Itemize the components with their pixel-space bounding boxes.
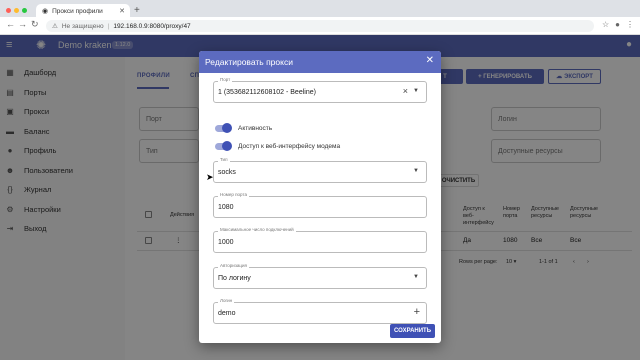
tab-favicon-icon: ◉	[42, 8, 49, 15]
login-label: Логин	[218, 298, 235, 303]
active-switch[interactable]	[215, 123, 232, 133]
port-label: Порт	[218, 77, 233, 82]
edit-proxy-dialog: Редактировать прокси ✕ Порт 1 (353682112…	[199, 51, 441, 343]
url-text: 192.168.0.9:8080/proxy/47	[113, 22, 191, 30]
login-value: demo	[218, 310, 236, 317]
dialog-header: Редактировать прокси	[199, 51, 441, 73]
port-select[interactable]: Порт 1 (353682112608102 - Beeline) × ▼	[213, 77, 427, 103]
reload-icon[interactable]: ↻	[31, 19, 39, 30]
max-connections-value: 1000	[218, 239, 234, 246]
close-window-button[interactable]	[6, 8, 11, 13]
auth-value: По логину	[218, 275, 251, 282]
auth-label: Авторизация	[218, 263, 249, 268]
address-row: ← → ↻ ⚠ Не защищено | 192.168.0.9:8080/p…	[0, 17, 640, 35]
new-tab-button[interactable]: +	[134, 5, 140, 16]
maximize-window-button[interactable]	[22, 8, 27, 13]
tab-title: Прокси профили	[52, 7, 103, 15]
max-connections-label: Максимальное число подключений	[218, 227, 296, 232]
window-controls	[6, 8, 27, 13]
type-label: Тип	[218, 157, 230, 162]
address-bar[interactable]: ⚠ Не защищено | 192.168.0.9:8080/proxy/4…	[46, 20, 594, 32]
minimize-window-button[interactable]	[14, 8, 19, 13]
chevron-down-icon: ▼	[413, 168, 419, 174]
port-number-label: Номер порта	[218, 192, 249, 197]
toggle-web[interactable]: Доступ к веб-интерфейсу модема	[215, 141, 341, 151]
browser-tab[interactable]: ◉ Прокси профили ✕	[36, 4, 130, 18]
browser-actions: ☆ ● ⋮	[602, 20, 634, 29]
back-icon[interactable]: ←	[6, 19, 15, 29]
insecure-label: Не защищено	[61, 22, 104, 30]
warning-icon: ⚠	[52, 23, 58, 30]
browser-chrome: ◉ Прокси профили ✕ + ← → ↻ ⚠ Не защищено…	[0, 0, 640, 35]
max-connections-field[interactable]: Максимальное число подключений 1000	[213, 227, 427, 253]
mouse-cursor-icon: ➤	[206, 172, 214, 182]
port-number-value: 1080	[218, 204, 234, 211]
add-icon[interactable]: +	[414, 306, 420, 318]
port-value: 1 (353682112608102 - Beeline)	[218, 89, 316, 96]
close-icon[interactable]: ✕	[426, 55, 434, 66]
menu-icon[interactable]: ⋮	[626, 20, 634, 29]
toggle-active-label: Активность	[238, 125, 273, 132]
tab-close-icon[interactable]: ✕	[119, 7, 125, 15]
dialog-body: Порт 1 (353682112608102 - Beeline) × ▼ А…	[199, 73, 441, 343]
profile-icon[interactable]: ●	[615, 20, 620, 29]
login-field[interactable]: Логин demo +	[213, 298, 427, 324]
type-value: socks	[218, 169, 236, 176]
bookmark-star-icon[interactable]: ☆	[602, 20, 609, 29]
port-number-field[interactable]: Номер порта 1080	[213, 192, 427, 218]
auth-select[interactable]: Авторизация По логину ▼	[213, 263, 427, 289]
chevron-down-icon: ▼	[413, 88, 419, 94]
web-switch[interactable]	[215, 141, 232, 151]
chevron-down-icon: ▼	[413, 274, 419, 280]
type-select[interactable]: Тип socks ▼	[213, 157, 427, 183]
clear-icon[interactable]: ×	[403, 86, 408, 96]
toggle-web-label: Доступ к веб-интерфейсу модема	[238, 143, 341, 150]
forward-icon[interactable]: →	[18, 19, 27, 29]
separator: |	[107, 22, 110, 30]
dialog-title: Редактировать прокси	[205, 57, 293, 67]
toggle-active[interactable]: Активность	[215, 123, 273, 133]
save-button[interactable]: СОХРАНИТЬ	[390, 324, 435, 338]
